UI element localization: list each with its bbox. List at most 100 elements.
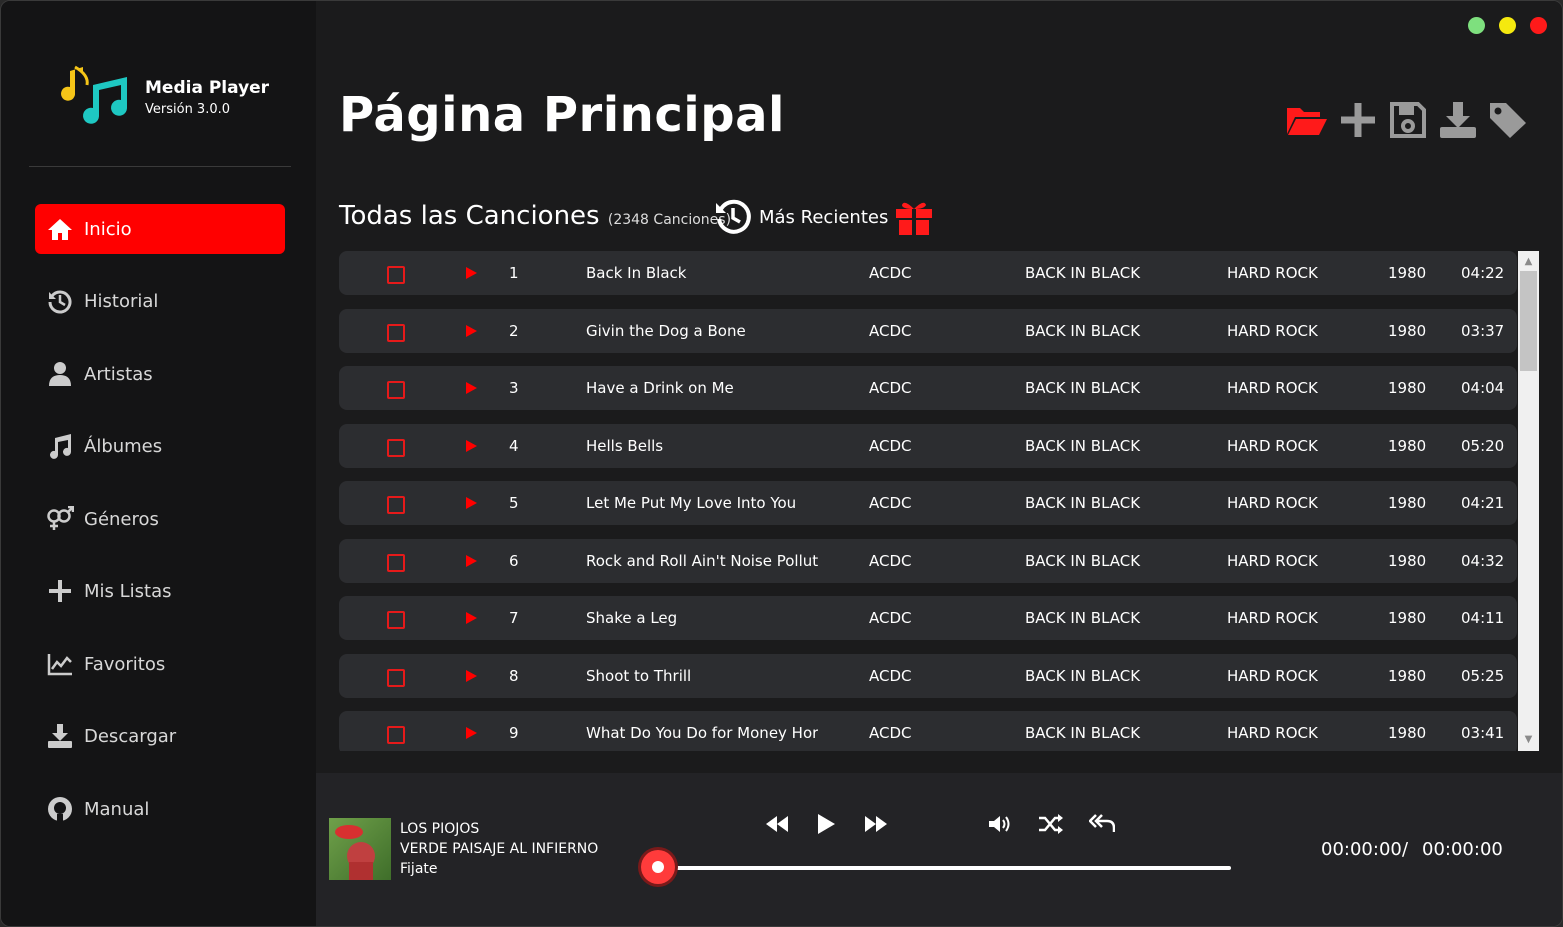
recent-button[interactable]: Más Recientes <box>713 197 888 237</box>
play-icon[interactable] <box>466 439 477 452</box>
github-icon <box>46 795 74 823</box>
app-name: Media Player <box>145 78 270 98</box>
song-checkbox[interactable] <box>387 553 405 572</box>
song-checkbox[interactable] <box>387 266 405 284</box>
scrollbar-thumb[interactable] <box>1520 271 1537 371</box>
page-title: Página Principal <box>339 87 785 143</box>
gift-icon[interactable] <box>894 197 934 237</box>
play-icon[interactable] <box>466 669 477 682</box>
song-title: Shoot to Thrill <box>586 666 692 685</box>
volume-icon[interactable] <box>987 811 1015 837</box>
song-row[interactable]: 6 Rock and Roll Ain't Noise Polluti ACDC BA… <box>339 538 1517 583</box>
song-duration: 04:11 <box>1461 609 1505 627</box>
song-genre: HARD ROCK <box>1227 609 1318 627</box>
chart-icon <box>46 650 74 678</box>
sidebar-item-label: Manual <box>84 798 150 820</box>
progress-track[interactable] <box>658 866 1231 870</box>
song-row[interactable]: 3 Have a Drink on Me ACDC BACK IN BLACK HARD… <box>339 366 1517 410</box>
song-duration: 03:37 <box>1461 321 1505 340</box>
song-genre: HARD ROCK <box>1227 724 1318 742</box>
sidebar-item-historial[interactable]: Historial <box>35 276 285 326</box>
tag-icon[interactable] <box>1487 99 1529 141</box>
song-row[interactable]: 5 Let Me Put My Love Into You ACDC BACK IN … <box>339 481 1517 525</box>
rewind-icon[interactable] <box>763 811 791 837</box>
song-artist: ACDC <box>869 321 912 340</box>
maximize-button[interactable] <box>1468 17 1485 34</box>
song-row[interactable]: 8 Shoot to Thrill ACDC BACK IN BLACK HARD RO… <box>339 653 1517 698</box>
song-album: BACK IN BLACK <box>1025 436 1141 455</box>
repeat-icon[interactable] <box>1088 811 1116 837</box>
song-album: BACK IN BLACK <box>1025 666 1141 685</box>
song-row[interactable]: 7 Shake a Leg ACDC BACK IN BLACK HARD ROCK 19… <box>339 596 1517 640</box>
play-icon[interactable] <box>812 811 840 837</box>
close-button[interactable] <box>1530 17 1547 34</box>
song-year: 1980 <box>1388 379 1427 397</box>
song-row[interactable]: 2 Givin the Dog a Bone ACDC BACK IN BLACK HA… <box>339 308 1517 353</box>
song-year: 1980 <box>1388 666 1427 685</box>
song-duration: 05:25 <box>1461 666 1505 685</box>
download-icon[interactable] <box>1437 99 1479 141</box>
song-album: BACK IN BLACK <box>1025 264 1141 282</box>
save-icon[interactable] <box>1387 99 1429 141</box>
song-artist: ACDC <box>869 666 912 685</box>
album-cover <box>329 818 391 880</box>
sidebar-item-mis-listas[interactable]: Mis Listas <box>35 566 285 616</box>
play-icon[interactable] <box>466 612 477 624</box>
sidebar-item-generos[interactable]: Géneros <box>35 494 285 544</box>
song-checkbox[interactable] <box>387 668 405 687</box>
shuffle-icon[interactable] <box>1037 811 1065 837</box>
song-checkbox[interactable] <box>387 496 405 514</box>
scroll-down-arrow[interactable]: ▼ <box>1518 730 1539 750</box>
song-number: 2 <box>509 321 519 340</box>
play-icon[interactable] <box>466 382 477 394</box>
song-genre: HARD ROCK <box>1227 666 1318 685</box>
song-checkbox[interactable] <box>387 611 405 629</box>
sidebar-item-manual[interactable]: Manual <box>35 784 285 834</box>
song-artist: ACDC <box>869 551 912 570</box>
home-icon <box>46 215 74 243</box>
section-title: Todas las Canciones (2348 Canciones) <box>339 201 731 231</box>
sidebar-item-inicio[interactable]: Inicio <box>35 204 285 254</box>
song-row[interactable]: 4 Hells Bells ACDC BACK IN BLACK HARD ROCK 19… <box>339 423 1517 468</box>
song-row[interactable]: 1 Back In Black ACDC BACK IN BLACK HARD ROCK… <box>339 251 1517 295</box>
song-number: 6 <box>509 551 519 570</box>
song-genre: HARD ROCK <box>1227 264 1318 282</box>
song-genre: HARD ROCK <box>1227 379 1318 397</box>
play-icon[interactable] <box>466 497 477 509</box>
add-icon[interactable] <box>1337 99 1379 141</box>
sidebar-item-label: Mis Listas <box>84 580 172 602</box>
song-year: 1980 <box>1388 264 1427 282</box>
song-title: Rock and Roll Ain't Noise Polluti <box>586 551 818 570</box>
play-icon[interactable] <box>466 324 477 337</box>
sidebar-item-albumes[interactable]: Álbumes <box>35 421 285 471</box>
song-number: 5 <box>509 494 519 512</box>
now-playing-album: VERDE PAISAJE AL INFIERNO <box>400 841 599 857</box>
sidebar-item-label: Álbumes <box>84 435 163 457</box>
fast-forward-icon[interactable] <box>862 811 890 837</box>
play-icon[interactable] <box>466 727 477 739</box>
song-title: Let Me Put My Love Into You <box>586 494 797 512</box>
song-row[interactable]: 9 What Do You Do for Money Hor ACDC BACK IN… <box>339 711 1517 751</box>
scroll-up-arrow[interactable]: ▲ <box>1518 252 1539 272</box>
sidebar-item-favoritos[interactable]: Favoritos <box>35 639 285 689</box>
song-genre: HARD ROCK <box>1227 551 1318 570</box>
song-checkbox[interactable] <box>387 726 405 744</box>
song-artist: ACDC <box>869 436 912 455</box>
sidebar: Media Player Versión 3.0.0 Inicio Histor… <box>1 1 316 926</box>
song-checkbox[interactable] <box>387 438 405 457</box>
plus-icon <box>46 577 74 605</box>
play-icon[interactable] <box>466 554 477 567</box>
song-checkbox[interactable] <box>387 381 405 399</box>
sidebar-item-descargar[interactable]: Descargar <box>35 711 285 761</box>
play-icon[interactable] <box>466 267 477 279</box>
download-icon <box>46 722 74 750</box>
recent-label: Más Recientes <box>759 206 889 228</box>
minimize-button[interactable] <box>1499 17 1516 34</box>
progress-knob[interactable] <box>641 850 675 884</box>
folder-open-icon[interactable] <box>1286 99 1328 141</box>
song-duration: 04:21 <box>1461 494 1505 512</box>
song-artist: ACDC <box>869 264 912 282</box>
sidebar-item-artistas[interactable]: Artistas <box>35 349 285 399</box>
song-checkbox[interactable] <box>387 323 405 342</box>
sidebar-divider <box>29 166 291 167</box>
